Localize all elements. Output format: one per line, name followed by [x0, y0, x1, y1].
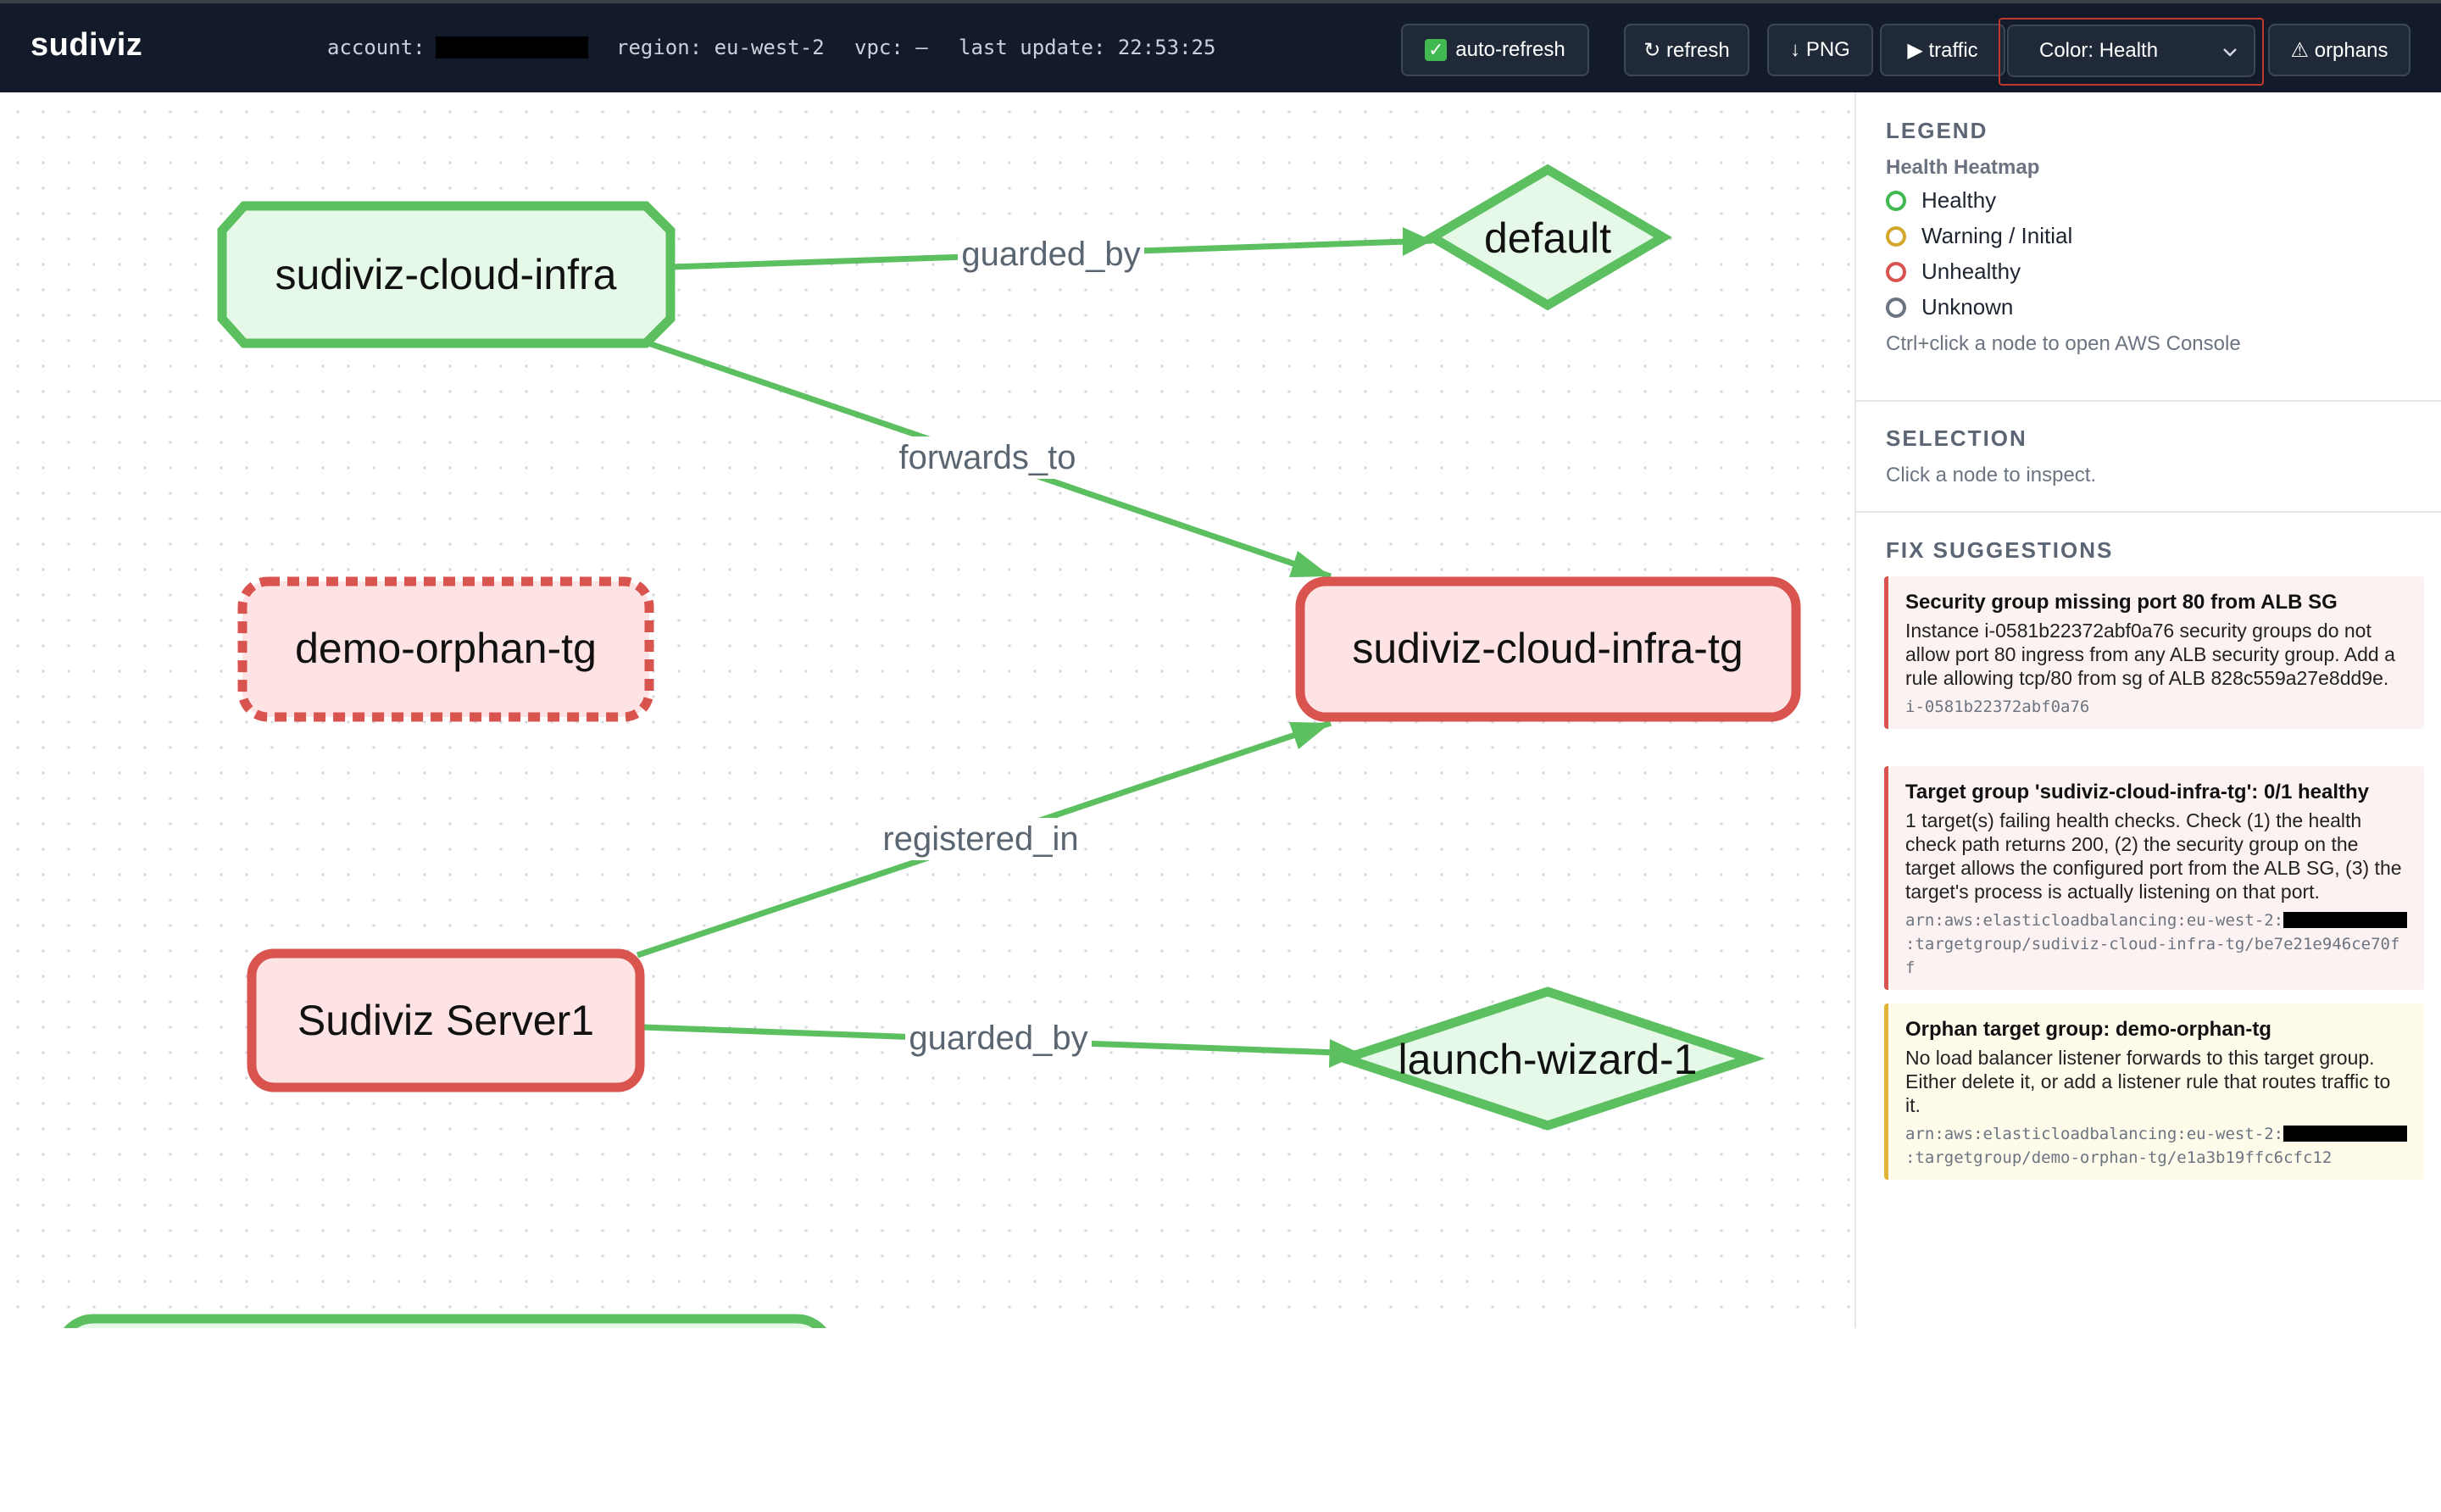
auto-refresh-toggle[interactable]: ✓ auto-refresh [1401, 24, 1589, 76]
region-text: region: eu-west-2 [616, 36, 825, 59]
fix-body: Instance i-0581b22372abf0a76 security gr… [1905, 620, 2395, 689]
selection-hint: Click a node to inspect. [1886, 464, 2097, 486]
edge-label-guarded-by-2: guarded_by [909, 1020, 1087, 1057]
account-label: account: [327, 36, 425, 59]
unknown-ring-icon [1886, 297, 1906, 318]
fix-body: No load balancer listener forwards to th… [1905, 1047, 2391, 1116]
checkbox-checked-icon[interactable]: ✓ [1425, 39, 1448, 61]
color-mode-select[interactable]: Color: Health [2007, 25, 2255, 77]
fix-title: Target group 'sudiviz-cloud-infra-tg': 0… [1905, 781, 2369, 803]
graph-canvas[interactable]: guarded_by forwards_to registered_in gua… [0, 92, 1854, 1328]
legend-title: LEGEND [1886, 118, 1988, 143]
arn-prefix: arn:aws:elasticloadbalancing:eu-west-2: [1905, 1125, 2284, 1143]
legend-item-unhealthy: Unhealthy [1886, 258, 2021, 285]
legend-item-healthy: Healthy [1886, 187, 1996, 214]
node-alb-sudiviz-cloud-infra[interactable]: sudiviz-cloud-infra [217, 201, 676, 348]
node-target-group[interactable]: sudiviz-cloud-infra-tg [1295, 576, 1801, 722]
node-label: Sudiviz Server1 [297, 997, 594, 1044]
legend-label: Warning / Initial [1921, 223, 2073, 248]
fix-suggestions-title: FIX SUGGESTIONS [1886, 537, 2114, 563]
orphans-button[interactable]: ⚠ orphans [2268, 24, 2410, 76]
legend-item-warning: Warning / Initial [1886, 223, 2072, 249]
node-label: sudiviz-cloud-infra [275, 251, 617, 298]
edge-label-forwards-to: forwards_to [899, 439, 1076, 476]
fix-title: Security group missing port 80 from ALB … [1905, 591, 2338, 614]
legend-label: Unhealthy [1921, 258, 2021, 284]
redacted-account-id [2283, 1126, 2408, 1142]
color-mode-value: Color: Health [2039, 39, 2159, 62]
last-update-text: last update: 22:53:25 [959, 36, 1216, 59]
legend-item-unknown: Unknown [1886, 294, 2013, 320]
divider [1856, 511, 2441, 513]
refresh-button[interactable]: ↻ refresh [1624, 24, 1749, 76]
unhealthy-ring-icon [1886, 261, 1906, 282]
legend-hint: Ctrl+click a node to open AWS Console [1886, 332, 2241, 355]
fix-card-orphan[interactable]: Orphan target group: demo-orphan-tg No l… [1884, 1003, 2424, 1180]
arn-prefix: arn:aws:elasticloadbalancing:eu-west-2: [1905, 911, 2284, 930]
node-ec2-instance[interactable]: Sudiviz Server1 [247, 948, 645, 1092]
node-label: default [1484, 214, 1611, 262]
app-brand: sudiviz [31, 27, 143, 63]
fix-body: 1 target(s) failing health checks. Check… [1905, 809, 2402, 903]
selection-title: SELECTION [1886, 425, 2027, 451]
node-label: demo-orphan-tg [295, 625, 597, 672]
redacted-account-id [2283, 912, 2408, 928]
top-bar: sudiviz account: region: eu-west-2 vpc: … [0, 0, 2441, 92]
fix-title: Orphan target group: demo-orphan-tg [1905, 1018, 2271, 1041]
fix-card-target-group[interactable]: Target group 'sudiviz-cloud-infra-tg': 0… [1884, 766, 2424, 990]
traffic-button[interactable]: ▶ traffic [1880, 24, 2005, 76]
redacted-account-id [436, 36, 588, 58]
node-orphan-target-group[interactable]: demo-orphan-tg [237, 576, 654, 722]
node-offscreen[interactable] [59, 1314, 831, 1328]
chevron-down-icon [2223, 48, 2237, 57]
divider [1856, 400, 2441, 402]
healthy-ring-icon [1886, 190, 1906, 211]
fix-ref: arn:aws:elasticloadbalancing:eu-west-2::… [1905, 909, 2409, 980]
legend-label: Unknown [1921, 294, 2014, 320]
edge-label-registered-in: registered_in [882, 820, 1078, 858]
fix-ref: arn:aws:elasticloadbalancing:eu-west-2::… [1905, 1122, 2409, 1170]
side-panel: LEGEND Health Heatmap Healthy Warning / … [1854, 92, 2441, 1328]
fix-ref: i-0581b22372abf0a76 [1905, 698, 2090, 716]
warning-ring-icon [1886, 225, 1906, 247]
graph-svg: guarded_by forwards_to registered_in gua… [59, 164, 1801, 1328]
node-sg-default[interactable]: default [1423, 164, 1672, 311]
arn-suffix: :targetgroup/sudiviz-cloud-infra-tg/be7e… [1905, 935, 2400, 977]
color-select-focus-ring: Color: Health [1999, 18, 2264, 86]
node-sg-launch-wizard[interactable]: launch-wizard-1 [1330, 987, 1765, 1131]
legend-label: Healthy [1921, 187, 1997, 213]
edge-label-guarded-by-1: guarded_by [961, 236, 1140, 273]
arn-suffix: :targetgroup/demo-orphan-tg/e1a3b19ffc6c… [1905, 1148, 2333, 1167]
fix-card-sg-port[interactable]: Security group missing port 80 from ALB … [1884, 576, 2424, 729]
node-label: launch-wizard-1 [1398, 1036, 1698, 1083]
export-png-button[interactable]: ↓ PNG [1767, 24, 1873, 76]
node-label: sudiviz-cloud-infra-tg [1352, 625, 1743, 672]
legend-subtitle: Health Heatmap [1886, 156, 2040, 179]
vpc-text: vpc: — [854, 36, 928, 59]
auto-refresh-label: auto-refresh [1455, 38, 1565, 61]
